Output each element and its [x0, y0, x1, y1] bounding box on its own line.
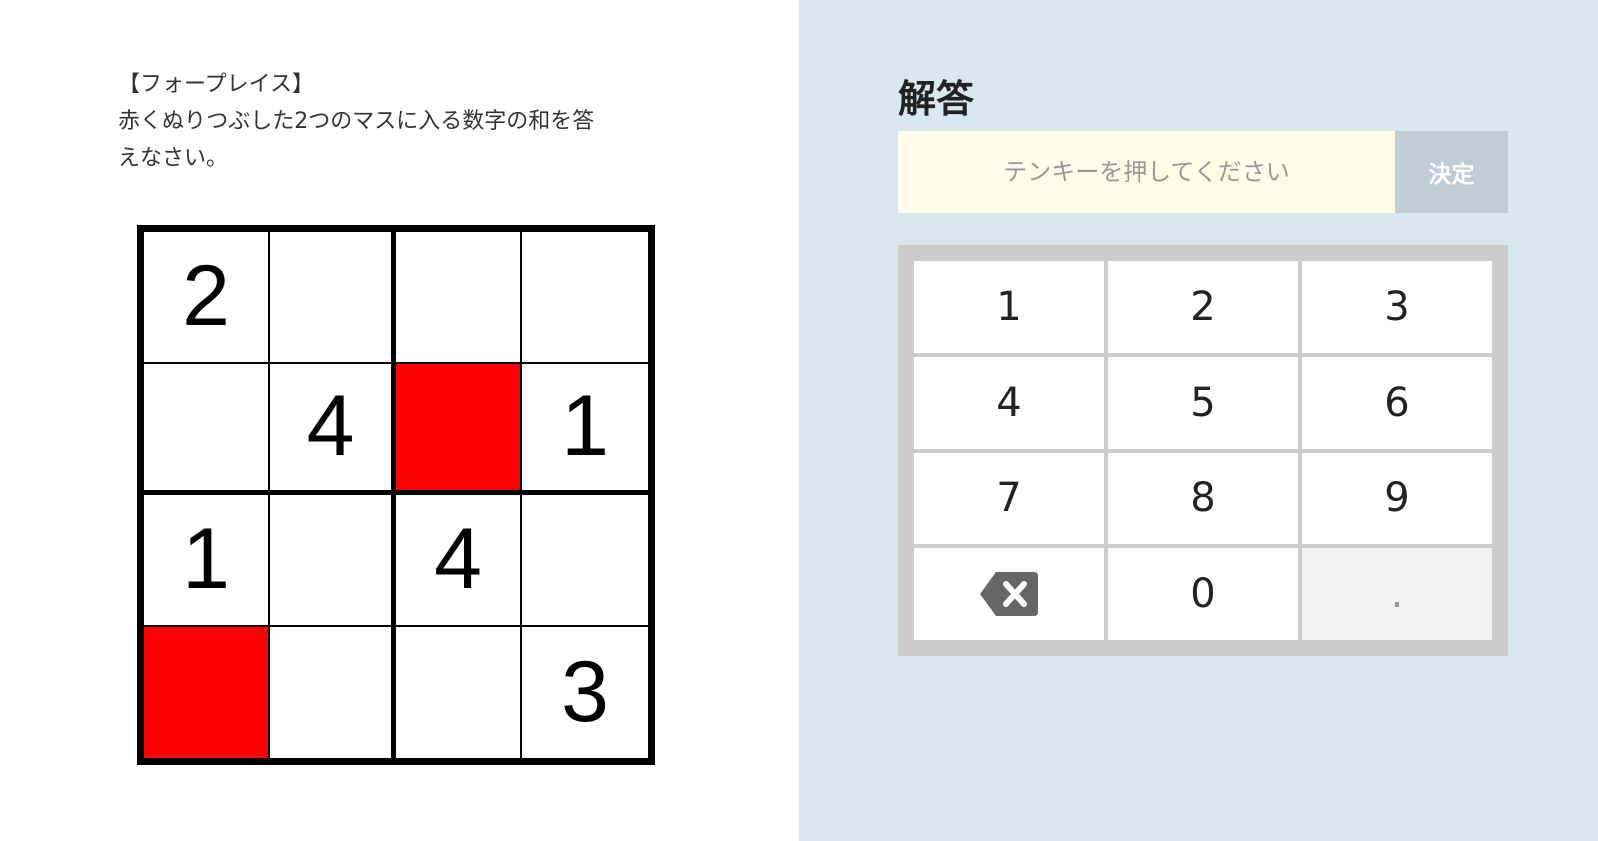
- key-0[interactable]: 0: [1108, 548, 1298, 640]
- key-1[interactable]: 1: [914, 261, 1104, 353]
- grid-cell-r0-c3: [522, 232, 648, 364]
- submit-button[interactable]: 決定: [1395, 131, 1508, 213]
- key-3[interactable]: 3: [1302, 261, 1492, 353]
- grid-cell-r0-c2: [396, 232, 522, 364]
- grid-cell-r2-c3: [522, 495, 648, 627]
- key-4[interactable]: 4: [914, 356, 1104, 449]
- grid-cell-r1-c1: 4: [270, 363, 396, 495]
- numeric-keypad: 1 2 3 4 5 6 7 8 9 0 .: [898, 245, 1508, 656]
- question-line-1: 赤くぬりつぶした2つのマスに入る数字の和を答: [118, 109, 595, 134]
- grid-cell-r0-c0: 2: [144, 232, 270, 364]
- grid-cell-r1-c0: [144, 363, 270, 495]
- backspace-icon: [980, 572, 1038, 617]
- question-line-2: えなさい。: [118, 146, 229, 171]
- key-7[interactable]: 7: [914, 452, 1104, 545]
- grid-cell-r3-c2: [396, 626, 522, 758]
- key-5[interactable]: 5: [1108, 356, 1298, 449]
- key-9[interactable]: 9: [1302, 452, 1492, 545]
- grid-cell-r2-c0: 1: [144, 495, 270, 627]
- key-decimal: .: [1302, 548, 1492, 640]
- question-panel: 【フォープレイス】 赤くぬりつぶした2つのマスに入る数字の和を答 えなさい。 2…: [0, 0, 799, 841]
- key-6[interactable]: 6: [1302, 356, 1492, 449]
- grid-cell-r2-c2: 4: [396, 495, 522, 627]
- answer-title: 解答: [898, 77, 975, 121]
- puzzle-grid: 2 4 1 1 4 3: [137, 225, 655, 765]
- grid-cell-r3-c0: [144, 626, 270, 758]
- question-text: 【フォープレイス】 赤くぬりつぶした2つのマスに入る数字の和を答 えなさい。: [118, 66, 678, 177]
- grid-cell-r3-c1: [270, 626, 396, 758]
- backspace-key[interactable]: [914, 548, 1104, 640]
- key-8[interactable]: 8: [1108, 452, 1298, 545]
- grid-cell-r2-c1: [270, 495, 396, 627]
- grid-cell-r0-c1: [270, 232, 396, 364]
- grid-cell-r3-c3: 3: [522, 626, 648, 758]
- answer-input[interactable]: [898, 131, 1395, 213]
- grid-cell-r1-c3: 1: [522, 363, 648, 495]
- grid-cell-r1-c2: [396, 363, 522, 495]
- question-title: 【フォープレイス】: [118, 72, 315, 97]
- key-2[interactable]: 2: [1108, 261, 1298, 353]
